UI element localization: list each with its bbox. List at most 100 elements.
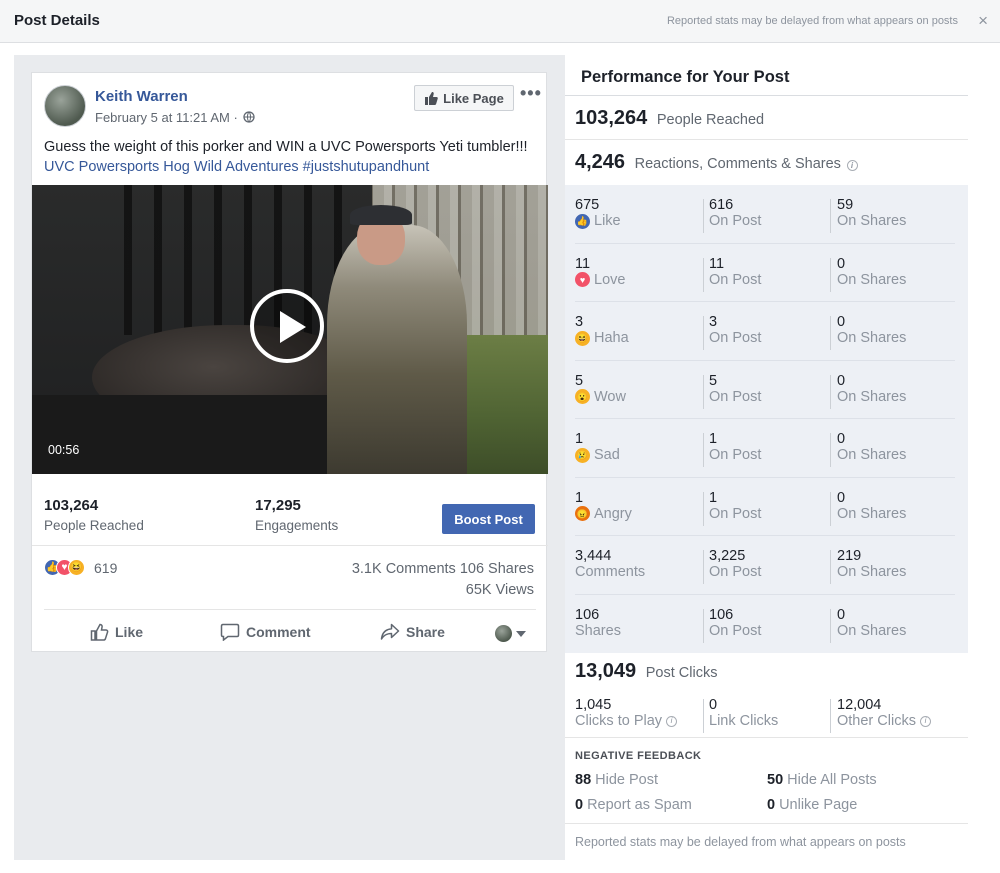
breakdown-on-shares-label: On Shares [837,505,907,522]
video-scene-cap [350,205,412,225]
breakdown-row: 3,444 Comments 3,225 On Post 219 On Shares [565,536,968,595]
breakdown-on-shares: 59 [837,197,854,213]
clicks-type: Clicks to Play i [575,713,678,729]
breakdown-row: 1 😠 Angry 1 On Post 0 On Shares [565,478,968,536]
reaction-icons: 👍 ♥ 😆 [44,559,85,576]
breakdown-on-post-label: On Post [709,622,762,639]
like-button[interactable]: Like [90,623,143,641]
page-avatar[interactable] [44,85,86,127]
comments-shares-summary[interactable]: 3.1K Comments 106 Shares 65K Views [352,559,534,601]
post-card: Keith Warren February 5 at 11:21 AM · Li… [31,72,548,652]
divider [565,139,968,140]
column-divider [830,491,831,526]
breakdown-row: 106 Shares 106 On Post 0 On Shares [565,595,968,654]
people-reached-label: People Reached [656,112,765,128]
breakdown-type-label: Angry [594,505,632,522]
breakdown-on-shares-label: On Shares [837,388,907,405]
people-reached-number: 103,264 [575,107,648,129]
clicks-label: Clicks to Play [575,713,663,729]
comment-button[interactable]: Comment [220,623,311,641]
dialog-title: Post Details [14,12,100,29]
play-icon[interactable] [250,289,324,363]
clicks-number: 0 [709,697,718,713]
breakdown-on-shares: 0 [837,431,846,447]
breakdown-total: 1 [575,431,584,447]
report-spam-number: 0 [575,797,584,813]
post-as-selector[interactable] [495,625,526,642]
like-label: Like [115,624,144,640]
info-icon[interactable]: i [846,160,858,171]
column-divider [830,433,831,467]
thumbs-up-icon [90,623,109,641]
breakdown-on-post-cell: 1 On Post [709,490,761,522]
column-divider [703,699,704,733]
breakdown-on-shares: 0 [837,255,846,272]
clicks-number: 1,045 [575,697,612,713]
column-divider [830,316,831,350]
breakdown-type-label: Sad [594,447,620,463]
info-icon[interactable]: i [919,715,931,727]
report-spam-label: Report as Spam [587,797,692,813]
breakdown-on-shares-cell: 0 On Shares [837,431,906,463]
unlike-page-label: Unlike Page [779,797,858,813]
breakdown-on-post: 3,225 [709,548,746,564]
clicks-label: Other Clicks [837,713,916,729]
comment-icon [220,623,240,641]
post-link[interactable]: UVC Powersports Hog Wild Adventures #jus… [44,159,429,175]
clicks-cell: 0 Link Clicks [709,697,778,729]
breakdown-total: 3,444 [575,548,612,564]
breakdown-on-post: 1 [709,431,718,447]
breakdown-on-post: 1 [709,489,718,506]
post-preview-pane: Keith Warren February 5 at 11:21 AM · Li… [14,55,565,860]
boost-post-button[interactable]: Boost Post [442,504,535,534]
reaction-summary[interactable]: 👍 ♥ 😆 619 [44,559,117,576]
breakdown-type-label: Wow [594,388,626,405]
hide-post-number: 88 [575,772,592,788]
clicks-type: Link Clicks [709,713,778,729]
like-page-button[interactable]: Like Page [414,85,514,111]
breakdown-on-post: 3 [709,314,718,330]
breakdown-total-cell: 106 Shares [575,607,621,639]
breakdown-on-post-label: On Post [709,330,762,346]
thumbs-up-icon [425,91,438,105]
post-timestamp[interactable]: February 5 at 11:21 AM · [95,110,256,125]
column-divider [830,608,831,643]
share-label: Share [406,624,445,640]
reaction-count: 619 [94,559,118,576]
column-divider [703,608,704,643]
post-reached-stat: 103,264 People Reached [44,497,144,533]
breakdown-on-post: 106 [709,606,734,623]
breakdown-on-post-cell: 5 On Post [709,373,761,405]
page-name-link[interactable]: Keith Warren [95,88,188,105]
breakdown-on-shares-label: On Shares [837,622,907,639]
love-icon: ♥ [575,272,590,287]
breakdown-total: 106 [575,606,600,623]
people-reached-total: 103,264 People Reached [575,107,764,130]
column-divider [703,257,704,292]
video-scene-person [327,225,467,474]
breakdown-total-cell: 5 😮 Wow [575,373,626,405]
info-icon[interactable]: i [666,715,678,727]
column-divider [703,374,704,409]
post-actions-bar: Like Comment Share [32,621,548,649]
haha-icon: 😆 [575,330,590,346]
breakdown-on-shares-label: On Shares [837,564,907,580]
close-icon[interactable]: × [978,11,988,31]
share-button[interactable]: Share [380,623,445,641]
breakdown-on-shares-label: On Shares [837,330,907,346]
reactions-total: 4,246 Reactions, Comments & Shares i [575,151,858,174]
breakdown-on-post: 5 [709,372,718,389]
breakdown-on-post-label: On Post [709,213,762,229]
breakdown-total-cell: 1 😠 Angry [575,490,632,522]
breakdown-row: 5 😮 Wow 5 On Post 0 On Shares [565,361,968,419]
breakdown-total: 3 [575,314,584,330]
haha-reaction-icon: 😆 [68,559,85,576]
more-options-icon[interactable]: ••• [520,83,542,104]
hide-all-posts-number: 50 [767,772,784,788]
video-player[interactable]: 00:56 [32,185,548,474]
breakdown-on-shares: 0 [837,372,846,389]
breakdown-type: 😢 Sad [575,447,620,463]
breakdown-on-shares-cell: 0 On Shares [837,314,906,346]
column-divider [830,374,831,409]
column-divider [703,433,704,467]
